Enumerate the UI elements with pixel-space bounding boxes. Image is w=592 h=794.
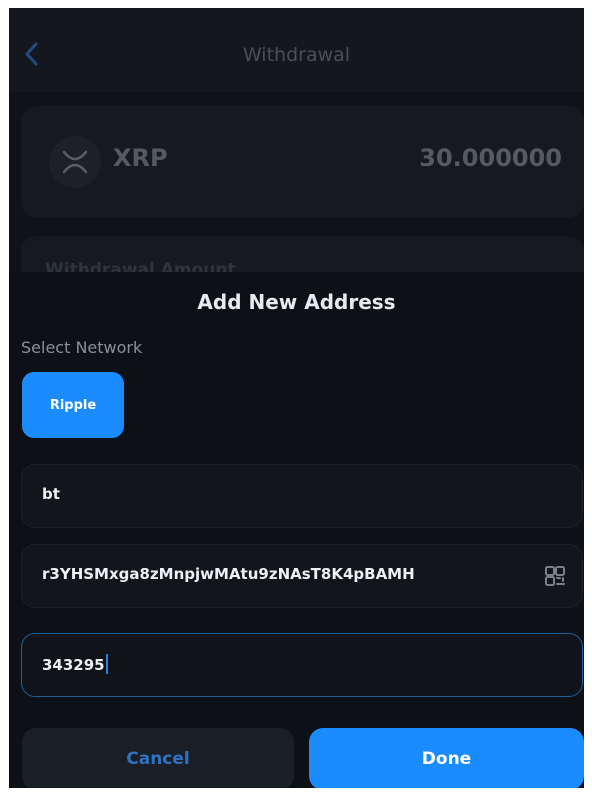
select-network-label: Select Network — [21, 338, 143, 357]
cancel-button[interactable]: Cancel — [22, 728, 294, 788]
destination-tag-text: 343295 — [42, 656, 105, 674]
network-option-ripple[interactable]: Ripple — [22, 372, 124, 438]
withdrawal-screen: Withdrawal XRP 30.000000 Withdrawal Amou… — [9, 8, 584, 336]
address-field[interactable]: r3YHSMxga8zMnpjwMAtu9zNAsT8K4pBAMH — [21, 544, 583, 608]
coin-name: XRP — [113, 144, 168, 172]
xrp-icon — [49, 136, 101, 188]
sheet-title: Add New Address — [197, 290, 396, 314]
app-frame: Withdrawal XRP 30.000000 Withdrawal Amou… — [9, 8, 584, 788]
destination-tag-value: 343295 — [42, 654, 108, 674]
done-button[interactable]: Done — [309, 728, 584, 788]
text-caret — [105, 654, 108, 674]
destination-tag-field[interactable]: 343295 — [21, 633, 583, 697]
coin-card[interactable]: XRP 30.000000 — [21, 106, 584, 218]
address-label-field[interactable]: bt — [21, 464, 583, 528]
qr-scan-button[interactable] — [544, 565, 566, 587]
address-label-value: bt — [42, 485, 60, 503]
add-address-sheet: Add New Address Select Network Ripple bt… — [9, 272, 584, 788]
page-title: Withdrawal — [242, 44, 351, 66]
coin-balance: 30.000000 — [419, 144, 562, 172]
header: Withdrawal — [9, 8, 584, 92]
qr-scan-icon — [545, 566, 565, 586]
address-value: r3YHSMxga8zMnpjwMAtu9zNAsT8K4pBAMH — [42, 565, 415, 583]
